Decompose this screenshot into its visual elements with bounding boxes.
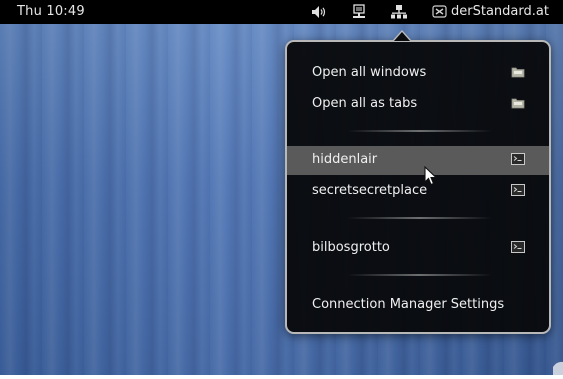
folder-icon: [511, 97, 525, 113]
menu-item-label: secretsecretplace: [312, 183, 428, 198]
menu-item-bilbosgrotto[interactable]: bilbosgrotto: [287, 234, 549, 263]
volume-icon[interactable]: [309, 3, 329, 21]
menu-item-hiddenlair[interactable]: hiddenlair: [287, 146, 549, 175]
menu-separator: [347, 217, 492, 219]
menu-item-label: Open all windows: [312, 65, 427, 80]
clock[interactable]: Thu 10:49: [17, 4, 85, 19]
menu-item-open-all-windows[interactable]: Open all windows: [287, 59, 549, 88]
menu-separator: [347, 130, 492, 132]
menu-item-label: Open all as tabs: [312, 96, 418, 111]
terminal-icon: [511, 241, 525, 257]
app-title[interactable]: derStandard.at: [451, 4, 549, 19]
menu-item-label: Connection Manager Settings: [312, 297, 505, 312]
folder-icon: [511, 66, 525, 82]
mouse-cursor-icon: [424, 165, 438, 190]
terminal-icon: [511, 184, 525, 200]
menu-pointer-arrow: [393, 30, 411, 41]
app-icon[interactable]: [430, 3, 450, 21]
connection-manager-menu: Open all windows Open all as tabs hidden…: [285, 40, 551, 334]
top-panel: Thu 10:49 derStandard.at: [0, 0, 563, 24]
menu-item-label: bilbosgrotto: [312, 240, 390, 255]
connection-manager-icon[interactable]: [389, 3, 409, 21]
menu-item-open-all-as-tabs[interactable]: Open all as tabs: [287, 90, 549, 119]
menu-item-connection-manager-settings[interactable]: Connection Manager Settings: [287, 291, 549, 320]
menu-item-secretsecretplace[interactable]: secretsecretplace: [287, 177, 549, 206]
terminal-icon: [511, 153, 525, 169]
network-icon[interactable]: [349, 3, 369, 21]
menu-separator: [347, 274, 492, 276]
menu-item-label: hiddenlair: [312, 152, 378, 167]
corner-handle-icon: [551, 359, 563, 375]
